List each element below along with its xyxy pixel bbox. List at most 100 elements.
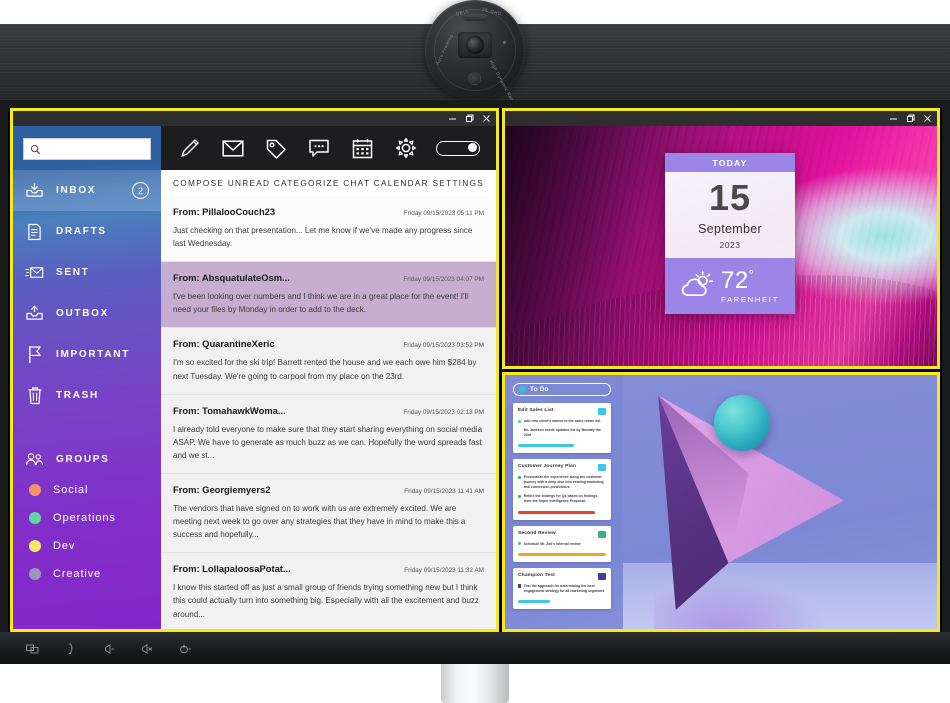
email-row[interactable]: From: QuarantineXeric Friday 09/15/2023 … [161, 328, 496, 395]
kanban-card[interactable]: Champion Test Test the approach for dete… [513, 567, 611, 609]
group-item-dev[interactable]: Dev [13, 532, 161, 560]
kanban-column-todo: To Do Edit Sales List Add new client's n… [513, 383, 611, 615]
kanban-card[interactable]: Edit Sales List Add new client's names t… [513, 403, 611, 454]
close-icon[interactable] [923, 114, 932, 123]
group-item-creative[interactable]: Creative [13, 560, 161, 588]
calendar-icon[interactable] [350, 135, 376, 161]
widget-temperature-block: 72° FARENHEIT [721, 268, 779, 304]
bullet-dot-icon [518, 419, 522, 423]
email-date: Friday 09/15/2023 02:13 PM [403, 408, 484, 416]
email-snippet: I know this started off as just a small … [173, 583, 479, 619]
monitor-control-buttons [26, 641, 192, 657]
email-snippet: I've been looking over numbers and I thi… [173, 292, 469, 315]
back-icon[interactable] [140, 642, 154, 656]
sidebar-item-inbox[interactable]: INBOX 2 [13, 170, 161, 211]
maximize-icon[interactable] [906, 114, 915, 123]
mail-window: INBOX 2 DRAFTS SENT OUTBOX IMPORTANT TRA… [10, 108, 499, 632]
tab-unread[interactable]: UNREAD [228, 178, 271, 188]
bar-icon [598, 572, 606, 580]
minimize-icon[interactable] [448, 114, 457, 123]
sidebar-item-trash[interactable]: TRASH [13, 375, 161, 416]
chat-bubble-icon[interactable] [306, 135, 332, 161]
kanban-card[interactable]: Customer Journey Plan Personalize the ex… [513, 459, 611, 520]
kanban-card[interactable]: Second Review Schedule Mr. Zell's intern… [513, 525, 611, 562]
email-snippet: I already told everyone to make sure tha… [173, 424, 483, 460]
email-row[interactable]: From: LollapaloosaPotat... Friday 09/15/… [161, 553, 496, 629]
sidebar-item-outbox[interactable]: OUTBOX [13, 293, 161, 334]
card-title: Second Review [518, 530, 556, 536]
email-row-header: From: QuarantineXeric Friday 09/15/2023 … [173, 338, 484, 349]
card-bullet: Schedule Mr. Zell's internal review [518, 542, 606, 547]
tag-icon[interactable] [263, 135, 289, 161]
group-item-operations[interactable]: Operations [13, 504, 161, 532]
group-item-social[interactable]: Social [13, 476, 161, 504]
mail-envelope-icon[interactable] [220, 135, 246, 161]
column-header-todo[interactable]: To Do [513, 383, 611, 396]
card-header: Edit Sales List [518, 408, 606, 415]
input-source-icon[interactable] [26, 642, 40, 656]
group-label-operations: Operations [53, 512, 116, 524]
email-sender: From: LollapaloosaPotat... [173, 563, 291, 575]
power-icon[interactable] [178, 642, 192, 656]
sidebar-item-drafts[interactable]: DRAFTS [13, 211, 161, 252]
flag-icon [25, 345, 44, 364]
date-weather-widget: TODAY 15 September 2023 72° FARENHEIT [665, 153, 795, 314]
email-row[interactable]: From: PillalooCouch23 Friday 09/15/2023 … [161, 196, 496, 263]
card-progress-bar [518, 444, 575, 448]
email-snippet: I'm so excited for the ski trip! Barrett… [173, 358, 477, 381]
inbox-icon [25, 181, 44, 200]
webcam: DELL 2K QHD Auto Framing High Dynamic Ra… [425, 0, 525, 108]
brightness-icon[interactable] [64, 642, 78, 656]
search-box[interactable] [23, 138, 151, 160]
email-row[interactable]: From: AbsquatulateOsm... Friday 09/15/20… [161, 262, 496, 329]
tab-categorize[interactable]: CATEGORIZE [274, 178, 340, 188]
wallpaper-window: TODAY 15 September 2023 72° FARENHEIT [502, 108, 940, 369]
card-title: Edit Sales List [518, 408, 554, 413]
menu-icon[interactable] [102, 642, 116, 656]
sidebar-item-sent[interactable]: SENT [13, 252, 161, 293]
bullet-dot-icon [518, 542, 522, 546]
3d-render-artwork [623, 375, 937, 629]
email-snippet: The vendors that have signed on to work … [173, 503, 466, 540]
minimize-icon[interactable] [889, 114, 898, 123]
tab-calendar[interactable]: CALENDAR [374, 178, 429, 188]
mail-body: INBOX 2 DRAFTS SENT OUTBOX IMPORTANT TRA… [13, 126, 496, 629]
maximize-icon[interactable] [465, 114, 474, 123]
widget-temperature: 72° [721, 267, 755, 294]
group-label-social: Social [53, 484, 89, 496]
expand-icon [598, 464, 606, 472]
close-icon[interactable] [482, 114, 491, 123]
toggle-knob [467, 143, 477, 153]
widget-header: TODAY [665, 153, 795, 172]
tab-compose[interactable]: COMPOSE [173, 178, 224, 188]
email-row[interactable]: From: Georgiemyers2 Friday 09/15/2023 11… [161, 473, 496, 554]
webcam-left-text: Auto Framing [434, 33, 454, 66]
tab-settings[interactable]: SETTINGS [432, 178, 484, 188]
bullet-text: Add new client's names to the sales rost… [523, 419, 601, 423]
compose-pencil-icon[interactable] [177, 135, 203, 161]
bullet-dot-icon [518, 584, 522, 588]
sidebar-label-outbox: OUTBOX [56, 308, 109, 319]
card-bullet: Add new client's names to the sales rost… [518, 419, 606, 424]
mail-tabs: COMPOSE UNREAD CATEGORIZE CHAT CALENDAR … [161, 170, 496, 196]
email-row[interactable]: From: TomahawkWoma... Friday 09/15/2023 … [161, 394, 496, 474]
search-icon [30, 144, 41, 154]
card-bullet: Personalize the experience along the cus… [518, 475, 606, 490]
email-row-header: From: PillalooCouch23 Friday 09/15/2023 … [173, 206, 484, 217]
sidebar-label-groups: GROUPS [56, 453, 110, 465]
search-input[interactable] [41, 139, 144, 159]
degree-symbol: ° [748, 267, 755, 282]
search-wrapper [13, 126, 161, 170]
sidebar-item-important[interactable]: IMPORTANT [13, 334, 161, 375]
widget-unit: FARENHEIT [721, 295, 779, 304]
webcam-model-text: 2K QHD [481, 6, 503, 17]
webcam-printed-text: DELL 2K QHD Auto Framing High Dynamic Ra… [425, 0, 525, 108]
gear-icon[interactable] [393, 135, 419, 161]
tab-chat[interactable]: CHAT [343, 178, 370, 188]
card-title: Champion Test [518, 572, 555, 578]
drafts-icon [25, 222, 44, 241]
sent-icon [25, 263, 44, 282]
toggle-switch[interactable] [435, 140, 480, 156]
email-sender: From: Georgiemyers2 [173, 483, 271, 495]
mail-main: COMPOSE UNREAD CATEGORIZE CHAT CALENDAR … [161, 126, 496, 629]
